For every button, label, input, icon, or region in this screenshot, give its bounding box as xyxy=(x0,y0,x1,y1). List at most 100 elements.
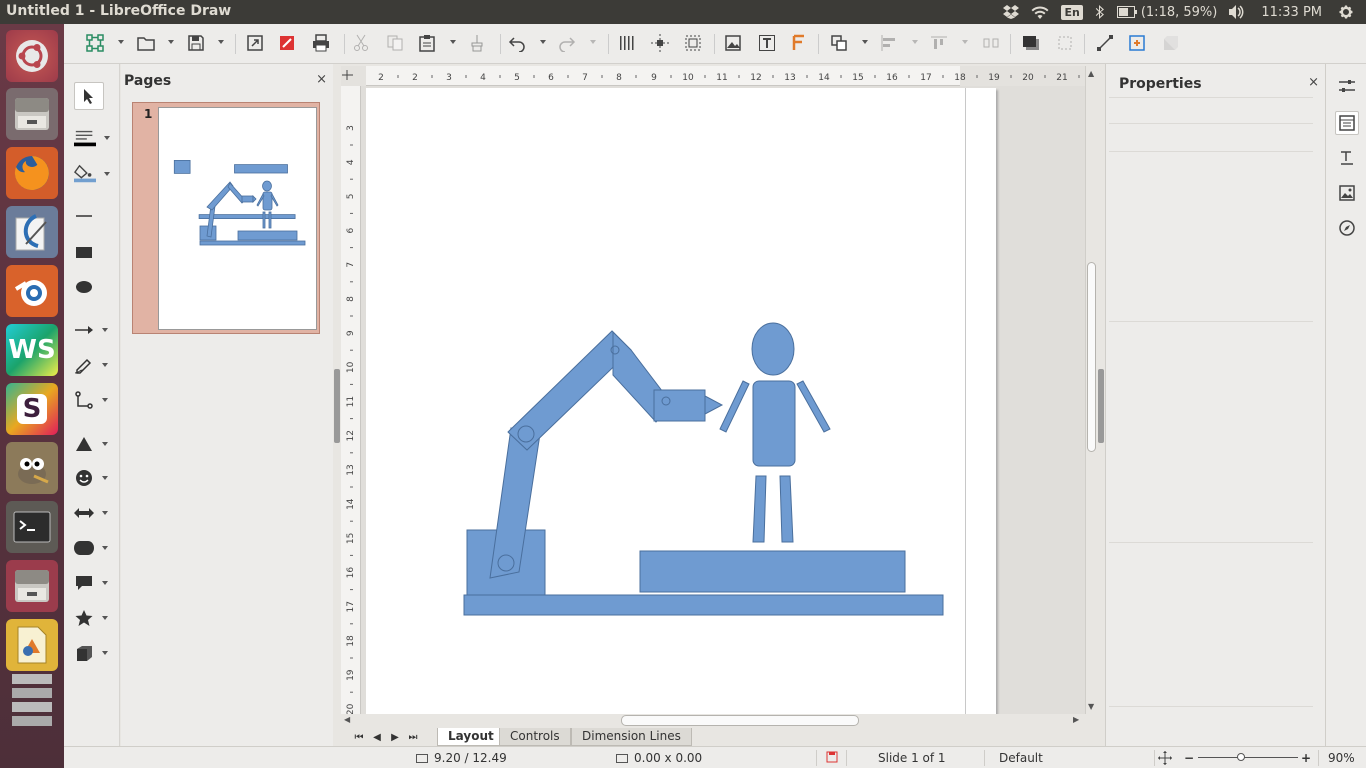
scroll-left-icon[interactable]: ◀ xyxy=(344,715,350,724)
page-thumbnail[interactable]: 1 xyxy=(132,102,320,334)
lines-arrows-tool[interactable] xyxy=(74,316,110,344)
select-tool[interactable] xyxy=(74,82,104,110)
files-icon-2[interactable] xyxy=(6,560,58,612)
tab-layout[interactable]: Layout xyxy=(437,728,505,746)
pages-panel-close-button[interactable]: × xyxy=(316,72,327,87)
redo-icon[interactable] xyxy=(556,32,578,54)
horizontal-ruler[interactable]: 2 2 3 4 5 6 7 8 9 10 11 12 13 14 15 16 17 18 19 20 21 xyxy=(341,66,1085,86)
battery-indicator[interactable]: (1:18, 59%) xyxy=(1111,0,1224,24)
table-block[interactable] xyxy=(639,550,906,593)
transformations-icon[interactable] xyxy=(828,32,850,54)
editor-app-icon[interactable] xyxy=(6,206,58,258)
files-icon[interactable] xyxy=(6,88,58,140)
basic-shapes-tool[interactable] xyxy=(74,430,110,458)
person-right-leg[interactable] xyxy=(779,475,794,543)
zoom-slider-handle[interactable] xyxy=(1237,753,1245,761)
vertical-scrollbar[interactable]: ▲ ▼ xyxy=(1085,66,1097,714)
person-head[interactable] xyxy=(751,322,795,376)
previous-tab-icon[interactable]: ◀ xyxy=(371,730,383,744)
next-tab-icon[interactable]: ▶ xyxy=(389,730,401,744)
cut-icon[interactable] xyxy=(350,32,372,54)
connectors-tool[interactable] xyxy=(74,386,110,414)
vertical-ruler[interactable]: 3 4 5 6 7 8 9 10 11 12 13 14 15 16 17 18 19 20 xyxy=(341,86,361,727)
open-folder-icon[interactable] xyxy=(135,32,157,54)
drawing-page[interactable] xyxy=(366,88,996,714)
insert-image-icon[interactable] xyxy=(722,32,744,54)
tab-controls[interactable]: Controls xyxy=(499,728,571,746)
first-tab-icon[interactable]: ⏮ xyxy=(353,730,365,744)
arrange-icon[interactable] xyxy=(928,32,950,54)
paste-icon[interactable] xyxy=(416,32,438,54)
properties-panel-close-button[interactable]: × xyxy=(1308,75,1319,90)
callouts-tool[interactable] xyxy=(74,569,110,597)
rectangle-tool[interactable] xyxy=(74,238,110,266)
sidebar-gallery-icon[interactable] xyxy=(1335,181,1359,205)
print-icon[interactable] xyxy=(310,32,332,54)
terminal-icon[interactable] xyxy=(6,501,58,553)
sidebar-settings-icon[interactable] xyxy=(1335,74,1359,98)
gear-icon[interactable] xyxy=(1332,0,1366,24)
fontwork-icon[interactable] xyxy=(788,32,810,54)
line-color-tool[interactable] xyxy=(74,124,110,152)
grid-icon[interactable] xyxy=(616,32,638,54)
stars-tool[interactable] xyxy=(74,604,110,632)
base-platform[interactable] xyxy=(463,594,944,616)
block-arrows-tool[interactable] xyxy=(74,499,110,527)
zoom-level[interactable]: 90% xyxy=(1328,751,1355,765)
zoom-pan-icon[interactable] xyxy=(682,32,704,54)
curves-tool[interactable] xyxy=(74,351,110,379)
person-right-arm[interactable] xyxy=(796,380,831,433)
new-document-icon[interactable] xyxy=(84,32,106,54)
ellipse-tool[interactable] xyxy=(74,273,110,301)
libreoffice-draw-icon[interactable] xyxy=(6,619,58,671)
symbol-shapes-tool[interactable] xyxy=(74,464,110,492)
left-splitter-grip[interactable] xyxy=(334,369,340,443)
points-edit-icon[interactable] xyxy=(1094,32,1116,54)
vertical-scroll-thumb[interactable] xyxy=(1087,262,1096,452)
flowchart-tool[interactable] xyxy=(74,534,110,562)
person-left-leg[interactable] xyxy=(752,475,767,543)
horizontal-scroll-thumb[interactable] xyxy=(621,715,859,726)
save-icon[interactable] xyxy=(185,32,207,54)
3d-objects-tool[interactable] xyxy=(74,639,110,667)
document-modified-icon[interactable] xyxy=(826,751,838,766)
workspaces-icon[interactable] xyxy=(6,674,58,728)
scroll-up-icon[interactable]: ▲ xyxy=(1088,69,1094,78)
last-tab-icon[interactable]: ⏭ xyxy=(407,730,419,744)
webstorm-icon[interactable]: WS xyxy=(6,324,58,376)
left-panel-splitter[interactable] xyxy=(333,64,341,746)
glue-points-icon[interactable] xyxy=(1126,32,1148,54)
person-left-arm[interactable] xyxy=(719,380,750,433)
right-splitter-grip[interactable] xyxy=(1098,369,1104,443)
distribute-icon[interactable] xyxy=(980,32,1002,54)
firefox-icon[interactable] xyxy=(6,147,58,199)
sidebar-properties-icon[interactable] xyxy=(1335,111,1359,135)
sidebar-styles-icon[interactable] xyxy=(1335,146,1359,170)
keyboard-layout-indicator[interactable]: En xyxy=(1055,0,1088,24)
clock[interactable]: 11:33 PM xyxy=(1251,0,1332,24)
gimp-icon[interactable] xyxy=(6,442,58,494)
volume-icon[interactable] xyxy=(1223,0,1251,24)
robot-gripper-tip[interactable] xyxy=(704,395,724,415)
fill-color-tool[interactable] xyxy=(74,160,110,188)
dropbox-icon[interactable] xyxy=(997,0,1025,24)
helplines-icon[interactable] xyxy=(649,32,671,54)
horizontal-scrollbar[interactable]: ◀ ▶ xyxy=(341,714,1097,728)
fit-page-icon[interactable] xyxy=(1158,751,1172,768)
scroll-down-icon[interactable]: ▼ xyxy=(1088,702,1094,711)
blender-icon[interactable] xyxy=(6,265,58,317)
bluetooth-icon[interactable] xyxy=(1089,0,1111,24)
zoom-out-button[interactable]: − xyxy=(1184,751,1194,765)
tab-dimension-lines[interactable]: Dimension Lines xyxy=(571,728,692,746)
extrusion-icon[interactable] xyxy=(1160,32,1182,54)
slack-icon[interactable]: S xyxy=(6,383,58,435)
clone-formatting-icon[interactable] xyxy=(466,32,488,54)
align-icon[interactable] xyxy=(878,32,900,54)
robot-gripper[interactable] xyxy=(653,389,706,422)
copy-icon[interactable] xyxy=(384,32,406,54)
insert-textbox-icon[interactable] xyxy=(756,32,778,54)
drawing-canvas-area[interactable] xyxy=(361,86,1085,714)
sidebar-navigator-icon[interactable] xyxy=(1335,216,1359,240)
crop-icon[interactable] xyxy=(1054,32,1076,54)
export-icon[interactable] xyxy=(244,32,266,54)
